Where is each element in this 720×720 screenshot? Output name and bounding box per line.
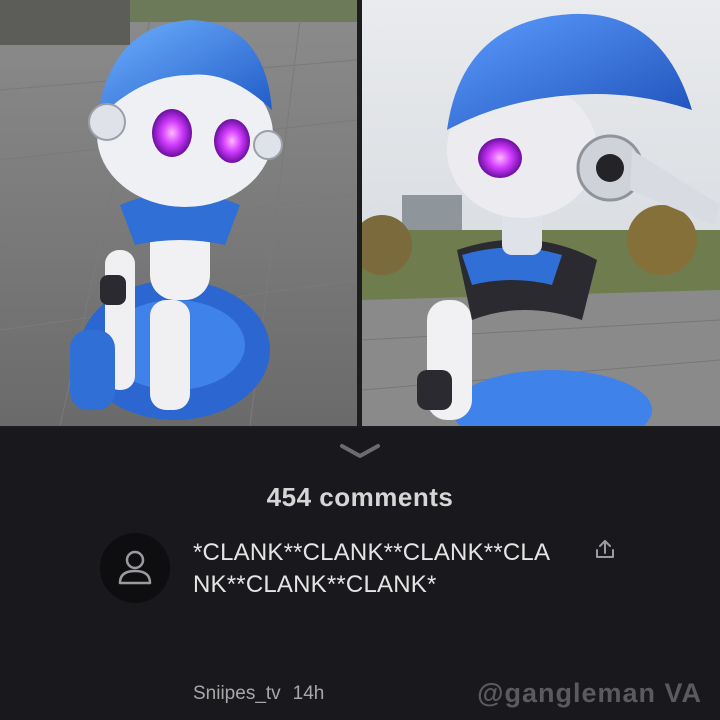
comment-text: *CLANK**CLANK**CLANK**CLANK**CLANK**CLAN…: [193, 539, 551, 598]
comment-meta: Sniipes_tv 14h: [193, 683, 324, 705]
chevron-down-icon[interactable]: [338, 442, 382, 465]
share-icon[interactable]: [592, 537, 618, 568]
watermark: @gangleman VA: [477, 678, 702, 708]
robot-side-photo: [362, 0, 720, 426]
person-icon: [118, 550, 152, 585]
robot-front-photo: [0, 0, 357, 426]
comment-time: 14h: [292, 683, 325, 704]
avatar[interactable]: [100, 533, 170, 603]
comments-count: 454 comments: [266, 482, 454, 512]
meme-image-panel: [0, 0, 720, 428]
comment-username[interactable]: Sniipes_tv: [193, 683, 281, 704]
